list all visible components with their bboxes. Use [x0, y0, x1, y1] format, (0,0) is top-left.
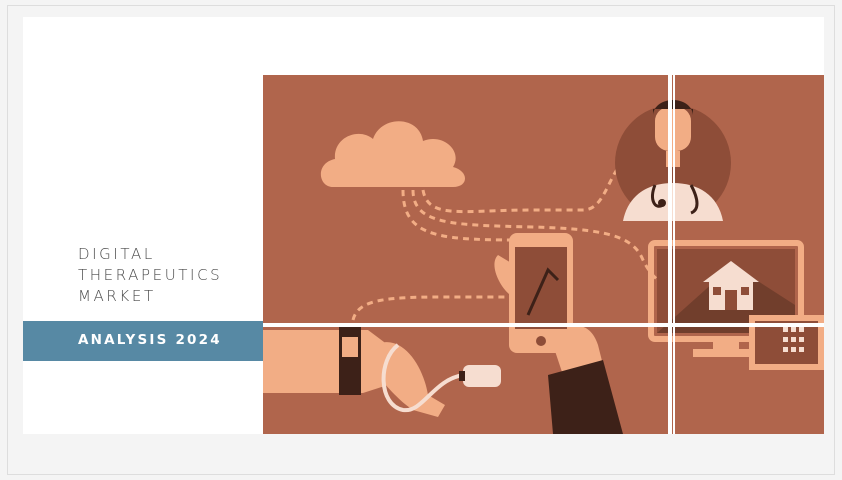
- grid-divider-vertical-2: [673, 75, 675, 434]
- illustration-svg: [263, 75, 824, 434]
- slide-title: DIGITAL THERAPEUTICS MARKET: [78, 244, 222, 307]
- subtitle-banner: ANALYSIS 2024: [23, 321, 263, 361]
- subtitle-banner-label: ANALYSIS 2024: [78, 332, 222, 348]
- grid-divider-horizontal: [263, 323, 824, 327]
- grid-divider-vertical-1: [668, 75, 672, 434]
- title-line-1: DIGITAL: [78, 245, 155, 263]
- title-line-3: MARKET: [78, 287, 156, 305]
- title-line-2: THERAPEUTICS: [78, 266, 223, 284]
- hero-illustration: [263, 75, 824, 434]
